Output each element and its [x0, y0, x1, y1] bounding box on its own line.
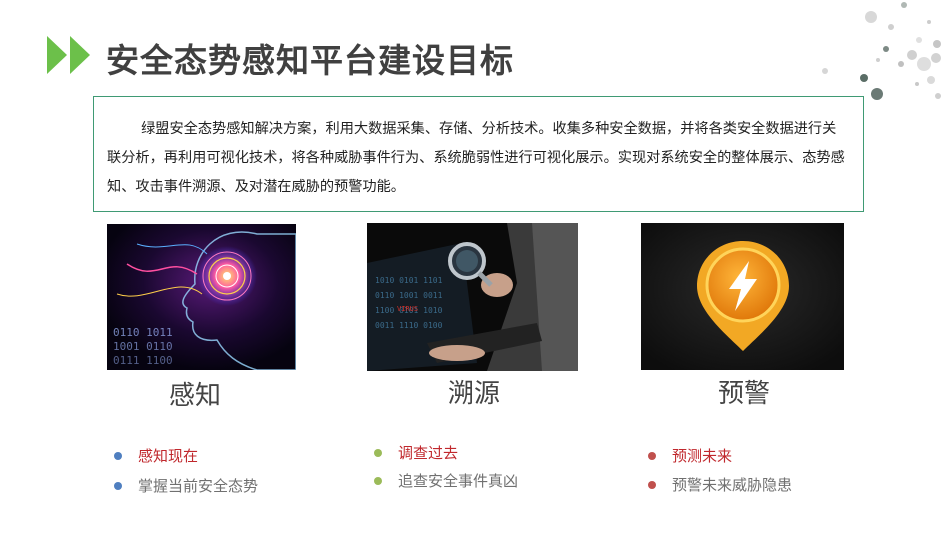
- bullet-item: 感知现在: [114, 445, 198, 466]
- bullet-text: 预警未来威胁隐患: [672, 476, 793, 494]
- bullet-dot: [114, 451, 122, 460]
- title-arrow-icon: [47, 36, 90, 74]
- bullet-dot: [114, 481, 122, 490]
- svg-text:0011 1110 0100: 0011 1110 0100: [375, 321, 443, 330]
- page-title: 安全态势感知平台建设目标: [106, 41, 514, 80]
- svg-text:1010 0101 1101: 1010 0101 1101: [375, 276, 443, 285]
- magnifier-laptop-image: 1010 0101 1101 0110 1001 0011 1100 0101 …: [367, 223, 578, 371]
- bullet-item: 预测未来: [648, 445, 732, 466]
- warning-pin-icon-image: [641, 223, 844, 370]
- bullet-dot: [374, 448, 382, 457]
- bullet-item: 掌握当前安全态势: [114, 475, 258, 496]
- bullet-text: 调查过去: [398, 444, 459, 462]
- bullet-dot: [648, 480, 656, 489]
- bullet-text: 掌握当前安全态势: [138, 477, 259, 495]
- intro-box: 绿盟安全态势感知解决方案，利用大数据采集、存储、分析技术。收集多种安全数据，并将…: [93, 96, 864, 212]
- svg-text:0110 1011: 0110 1011: [113, 326, 173, 339]
- bullet-text: 追查安全事件真凶: [398, 472, 519, 490]
- bullet-item: 调查过去: [374, 442, 458, 463]
- bullet-text: 感知现在: [138, 447, 199, 465]
- bullet-item: 追查安全事件真凶: [374, 470, 518, 491]
- column-label-perception: 感知: [168, 381, 221, 411]
- bullet-dot: [374, 476, 382, 485]
- svg-text:0111 1100: 0111 1100: [113, 354, 173, 367]
- bullet-text: 预测未来: [672, 447, 733, 465]
- column-label-tracing: 溯源: [447, 379, 500, 409]
- bullet-item: 预警未来威胁隐患: [648, 474, 792, 495]
- bullet-dot: [648, 451, 656, 460]
- svg-text:VIRUS: VIRUS: [397, 305, 418, 313]
- intro-text: 绿盟安全态势感知解决方案，利用大数据采集、存储、分析技术。收集多种安全数据，并将…: [107, 121, 845, 195]
- decorative-dots: [822, 2, 941, 100]
- column-label-warning: 预警: [717, 379, 770, 409]
- ai-head-brain-image: 0110 1011 1001 0110 0111 1100: [107, 224, 296, 370]
- svg-text:1001 0110: 1001 0110: [113, 340, 173, 353]
- svg-text:0110 1001 0011: 0110 1001 0011: [375, 291, 443, 300]
